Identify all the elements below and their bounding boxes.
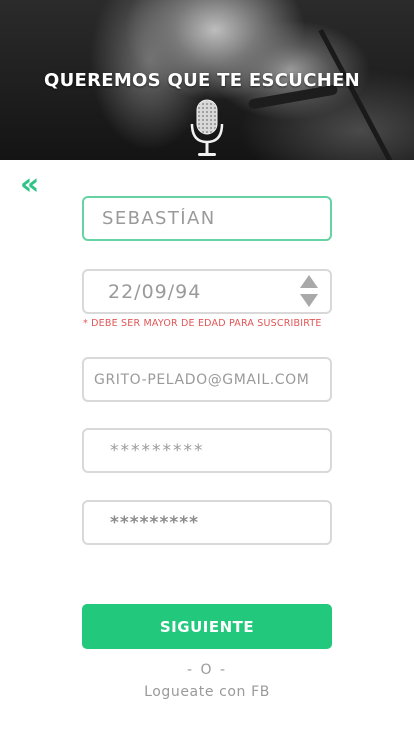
microphone-icon	[190, 99, 224, 156]
double-chevron-left-icon: «	[20, 167, 40, 202]
date-stepper[interactable]	[298, 273, 322, 311]
name-input[interactable]	[82, 196, 332, 241]
age-requirement-notice: * DEBE SER MAYOR DE EDAD PARA SUSCRIBIRT…	[83, 318, 322, 329]
password-confirm-input[interactable]	[82, 500, 332, 545]
or-divider: - O -	[186, 662, 228, 678]
stepper-down-icon[interactable]	[300, 294, 318, 307]
back-button[interactable]: «	[20, 170, 52, 200]
password-input[interactable]	[82, 428, 332, 473]
header-banner: QUEREMOS QUE TE ESCUCHEN	[0, 0, 414, 160]
facebook-login-link[interactable]: Logueate con FB	[0, 684, 414, 700]
stepper-up-icon[interactable]	[300, 275, 318, 288]
next-button[interactable]: SIGUIENTE	[82, 604, 332, 649]
birthdate-input[interactable]	[82, 269, 332, 314]
header-title: QUEREMOS QUE TE ESCUCHEN	[43, 70, 361, 91]
email-input[interactable]	[82, 357, 332, 402]
